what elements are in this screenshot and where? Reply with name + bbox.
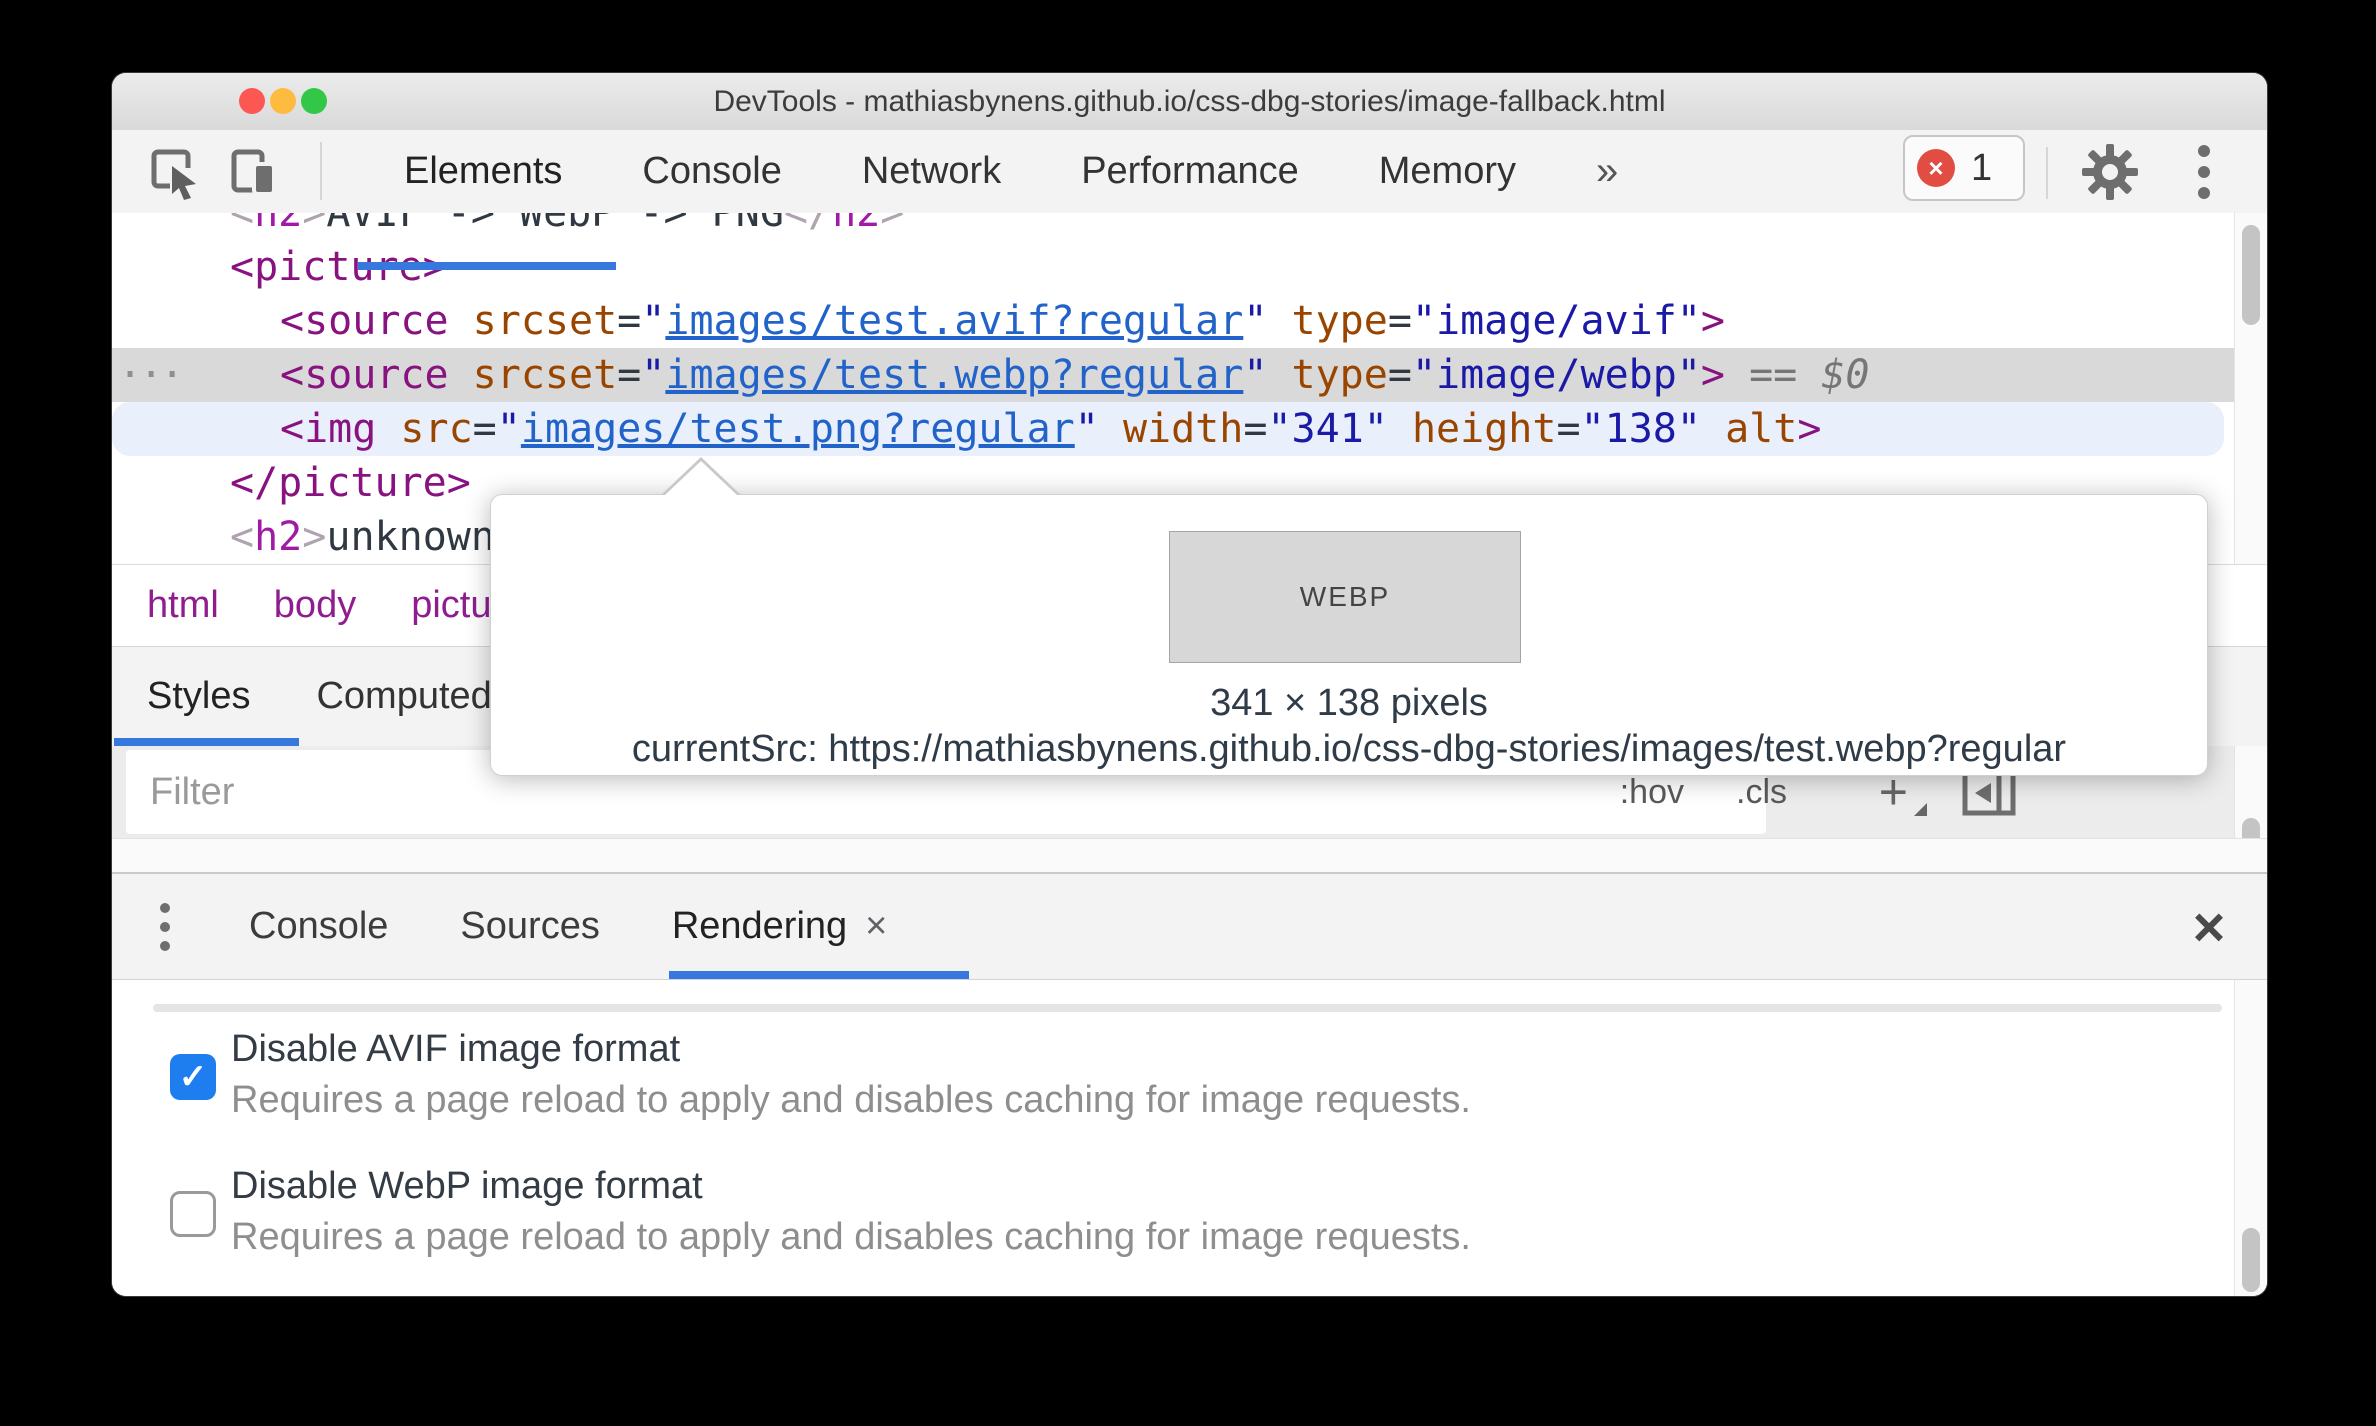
error-icon: × xyxy=(1917,149,1955,187)
rendering-scrollbar-track[interactable] xyxy=(2234,980,2267,1296)
error-count: 1 xyxy=(1971,146,1993,189)
settings-gear-icon[interactable] xyxy=(2080,130,2140,213)
title-bar: DevTools - mathiasbynens.github.io/css-d… xyxy=(112,73,2267,131)
error-count-badge[interactable]: × 1 xyxy=(1903,135,2025,201)
tab-memory[interactable]: Memory xyxy=(1379,150,1516,193)
devtools-toolbar: Elements Console Network Performance Mem… xyxy=(112,130,2267,270)
close-drawer-icon[interactable]: × xyxy=(2174,874,2244,979)
disable-avif-checkbox[interactable]: ✓ xyxy=(170,1054,216,1100)
line-source-avif[interactable]: <source srcset="images/test.avif?regular… xyxy=(112,294,2234,348)
devtools-window: DevTools - mathiasbynens.github.io/css-d… xyxy=(112,73,2267,1296)
inspect-element-icon[interactable] xyxy=(146,130,202,213)
image-dimensions: 341 × 138 pixels xyxy=(1210,682,1488,724)
new-rule-dropdown-icon xyxy=(1914,802,1927,816)
drawer-tab-console[interactable]: Console xyxy=(249,905,388,948)
overflow-dots-icon[interactable]: ··· xyxy=(118,348,184,402)
image-preview-tooltip: WEBP 341 × 138 pixels currentSrc: https:… xyxy=(490,457,2208,776)
styles-panel-empty-area xyxy=(112,838,2267,873)
toggle-classes-button[interactable]: .cls xyxy=(1736,773,1787,812)
elements-scrollbar-thumb[interactable] xyxy=(2242,225,2260,325)
selected-tab-underline xyxy=(358,262,616,270)
drawer-tab-sources[interactable]: Sources xyxy=(460,905,599,948)
disable-avif-label[interactable]: Disable AVIF image format xyxy=(231,1026,680,1072)
kebab-menu-icon[interactable] xyxy=(2198,130,2210,213)
tab-console[interactable]: Console xyxy=(642,150,781,193)
toolbar-divider-2 xyxy=(2046,147,2048,199)
panel-tab-strip: Elements Console Network Performance Mem… xyxy=(404,130,1618,213)
close-rendering-tab-icon[interactable]: × xyxy=(865,905,887,948)
styles-tab-underline xyxy=(114,738,299,746)
line-img[interactable]: <img src="images/test.png?regular" width… xyxy=(112,402,2224,456)
tab-computed[interactable]: Computed xyxy=(316,675,491,718)
more-tabs-icon[interactable]: » xyxy=(1596,149,1618,194)
drawer-tab-underline xyxy=(669,971,969,979)
rendering-panel: ✓ Disable AVIF image format Requires a p… xyxy=(112,980,2234,1296)
tab-styles[interactable]: Styles xyxy=(147,675,250,718)
toggle-device-toolbar-icon[interactable] xyxy=(228,130,284,213)
tab-network[interactable]: Network xyxy=(862,150,1001,193)
disable-webp-description: Requires a page reload to apply and disa… xyxy=(231,1216,1471,1258)
tab-elements[interactable]: Elements xyxy=(404,150,562,193)
image-preview: WEBP xyxy=(1169,531,1521,663)
drawer-tab-bar: Console Sources Rendering × × xyxy=(112,872,2267,980)
toggle-hover-state-button[interactable]: :hov xyxy=(1620,773,1684,812)
disable-webp-checkbox[interactable] xyxy=(170,1191,216,1237)
disable-avif-description: Requires a page reload to apply and disa… xyxy=(231,1079,1471,1121)
disable-webp-label[interactable]: Disable WebP image format xyxy=(231,1163,703,1209)
window-title: DevTools - mathiasbynens.github.io/css-d… xyxy=(713,85,1666,118)
rendering-scrollbar-thumb[interactable] xyxy=(2242,1228,2260,1292)
image-current-src: currentSrc: https://mathiasbynens.github… xyxy=(631,728,2067,770)
section-divider xyxy=(153,1004,2222,1012)
line-source-webp[interactable]: ··· <source srcset="images/test.webp?regu… xyxy=(112,348,2234,402)
toolbar-divider xyxy=(320,142,322,200)
filter-placeholder: Filter xyxy=(150,771,235,813)
elements-scrollbar-track[interactable] xyxy=(2234,213,2267,564)
drawer-tab-rendering[interactable]: Rendering xyxy=(672,905,847,948)
breadcrumb-item-body[interactable]: body xyxy=(274,584,356,627)
line-h2-top[interactable]: <h2>AVIF -> WebP -> PNG</h2> xyxy=(112,213,2234,240)
drawer-kebab-menu-icon[interactable] xyxy=(160,874,170,979)
tab-performance[interactable]: Performance xyxy=(1081,150,1299,193)
breadcrumb-item-html[interactable]: html xyxy=(147,584,219,627)
